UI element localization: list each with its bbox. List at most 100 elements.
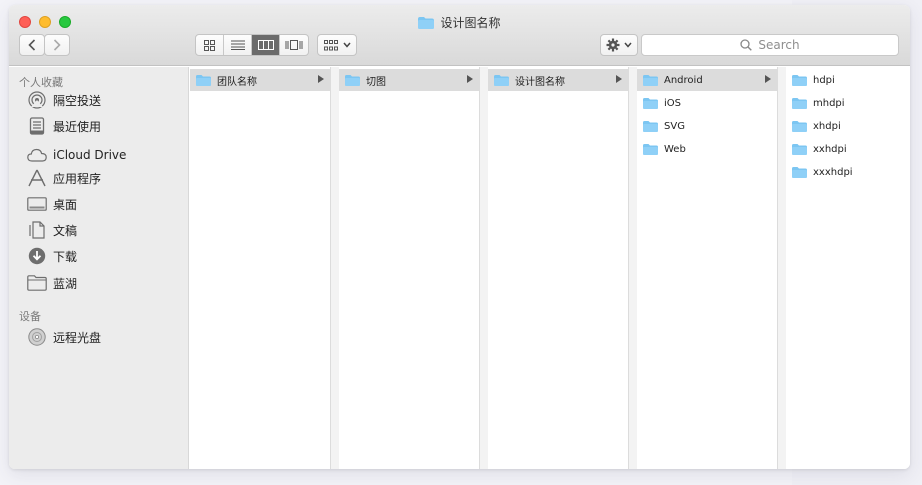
sidebar-item-documents[interactable]: 文稿 — [27, 219, 77, 241]
folder-icon — [792, 166, 807, 178]
disclosure-arrow-icon — [467, 75, 473, 83]
folder-icon — [345, 74, 360, 86]
item-label: Android — [664, 74, 703, 86]
sidebar-item-applications[interactable]: 应用程序 — [27, 167, 101, 189]
folder-icon — [643, 74, 658, 86]
favorites-header: 个人收藏 — [19, 76, 63, 89]
sidebar-item-remote-disc[interactable]: 远程光盘 — [27, 326, 101, 348]
disclosure-arrow-icon — [765, 75, 771, 83]
sidebar-item-label: 隔空投送 — [53, 93, 102, 108]
sidebar-item-downloads[interactable]: 下载 — [27, 245, 77, 267]
folder-icon — [418, 17, 435, 32]
downloads-icon — [27, 246, 47, 266]
folder-icon — [792, 97, 807, 109]
item-label: xhdpi — [813, 120, 841, 132]
browser-column-4: Android iOS SVG Web — [637, 67, 778, 469]
sidebar-item-lanhu[interactable]: 蓝湖 — [27, 272, 77, 294]
sidebar-item-label: 文稿 — [53, 223, 78, 238]
action-menu-button[interactable] — [600, 34, 638, 56]
folder-icon — [494, 74, 509, 86]
documents-icon — [27, 220, 47, 240]
search-field[interactable]: Search — [641, 34, 899, 56]
folder-icon — [196, 74, 211, 86]
list-item[interactable]: xxxhdpi — [786, 161, 910, 183]
search-placeholder: Search — [758, 38, 800, 52]
browser-column-2: 切图 — [339, 67, 480, 469]
gallery-view-button[interactable] — [280, 35, 308, 55]
sidebar-item-label: 蓝湖 — [53, 276, 78, 291]
column-divider[interactable] — [629, 67, 637, 469]
airdrop-icon — [27, 90, 47, 110]
folder-icon — [27, 273, 47, 293]
sidebar-item-label: 最近使用 — [53, 119, 102, 134]
browser-column-5: hdpi mhdpi xhdpi xxhdpi xxxhdpi — [786, 67, 910, 469]
browser-column-3: 设计图名称 — [488, 67, 629, 469]
column-divider[interactable] — [331, 67, 339, 469]
list-item[interactable]: Web — [637, 138, 777, 160]
gallery-icon — [285, 40, 303, 50]
folder-icon — [643, 120, 658, 132]
sidebar-item-label: 桌面 — [53, 197, 78, 212]
list-item[interactable]: mhdpi — [786, 92, 910, 114]
window-title: 设计图名称 — [9, 14, 910, 32]
grid-icon — [204, 39, 215, 51]
chevron-down-icon — [624, 42, 632, 48]
item-label: xxhdpi — [813, 143, 847, 155]
disc-icon — [27, 327, 47, 347]
finder-window: 设计图名称 Search 个人收藏 隔空投送 最近使用 iCloud Drive… — [9, 5, 910, 469]
window-title-text: 设计图名称 — [440, 16, 501, 30]
recents-icon — [27, 116, 47, 136]
folder-icon — [792, 120, 807, 132]
list-item[interactable]: Android — [637, 69, 777, 91]
gear-icon — [606, 38, 620, 52]
back-button[interactable] — [19, 34, 45, 56]
toolbar: 设计图名称 Search — [9, 5, 910, 66]
item-label: SVG — [664, 120, 685, 132]
list-item[interactable]: SVG — [637, 115, 777, 137]
column-view-button[interactable] — [252, 35, 280, 55]
list-item[interactable]: 切图 — [339, 69, 479, 91]
icon-view-button[interactable] — [196, 35, 224, 55]
sidebar-item-desktop[interactable]: 桌面 — [27, 193, 77, 215]
item-label: 设计图名称 — [515, 76, 565, 88]
item-label: 团队名称 — [217, 76, 257, 88]
list-item[interactable]: 设计图名称 — [488, 69, 628, 91]
item-label: hdpi — [813, 74, 835, 86]
list-item[interactable]: 团队名称 — [190, 69, 330, 91]
desktop-icon — [27, 194, 47, 214]
item-label: iOS — [664, 97, 681, 109]
list-view-button[interactable] — [224, 35, 252, 55]
folder-icon — [792, 143, 807, 155]
sidebar-item-icloud-drive[interactable]: iCloud Drive — [27, 144, 126, 166]
sidebar: 个人收藏 隔空投送 最近使用 iCloud Drive 应用程序 桌面 文稿 下… — [9, 67, 189, 469]
list-item[interactable]: xhdpi — [786, 115, 910, 137]
folder-icon — [643, 143, 658, 155]
view-mode-selector — [195, 34, 309, 56]
search-icon — [740, 39, 753, 51]
sidebar-item-label: 远程光盘 — [53, 330, 102, 345]
browser-column-1: 团队名称 — [190, 67, 331, 469]
item-label: mhdpi — [813, 97, 845, 109]
disclosure-arrow-icon — [318, 75, 324, 83]
sidebar-item-airdrop[interactable]: 隔空投送 — [27, 89, 101, 111]
group-by-button[interactable] — [317, 34, 357, 56]
column-divider[interactable] — [480, 67, 488, 469]
item-label: 切图 — [366, 76, 386, 88]
sidebar-item-label: 下载 — [53, 249, 78, 264]
arrange-icon — [323, 39, 338, 50]
forward-button[interactable] — [44, 34, 70, 56]
columns-icon — [257, 40, 274, 50]
list-item[interactable]: iOS — [637, 92, 777, 114]
chevron-down-icon — [342, 42, 351, 48]
column-divider[interactable] — [778, 67, 786, 469]
sidebar-item-label: 应用程序 — [53, 171, 102, 186]
list-icon — [230, 40, 245, 50]
cloud-icon — [27, 145, 47, 165]
sidebar-item-label: iCloud Drive — [53, 148, 127, 162]
sidebar-item-recents[interactable]: 最近使用 — [27, 115, 101, 137]
list-item[interactable]: xxhdpi — [786, 138, 910, 160]
chevron-right-icon — [53, 39, 61, 51]
disclosure-arrow-icon — [616, 75, 622, 83]
folder-icon — [792, 74, 807, 86]
list-item[interactable]: hdpi — [786, 69, 910, 91]
